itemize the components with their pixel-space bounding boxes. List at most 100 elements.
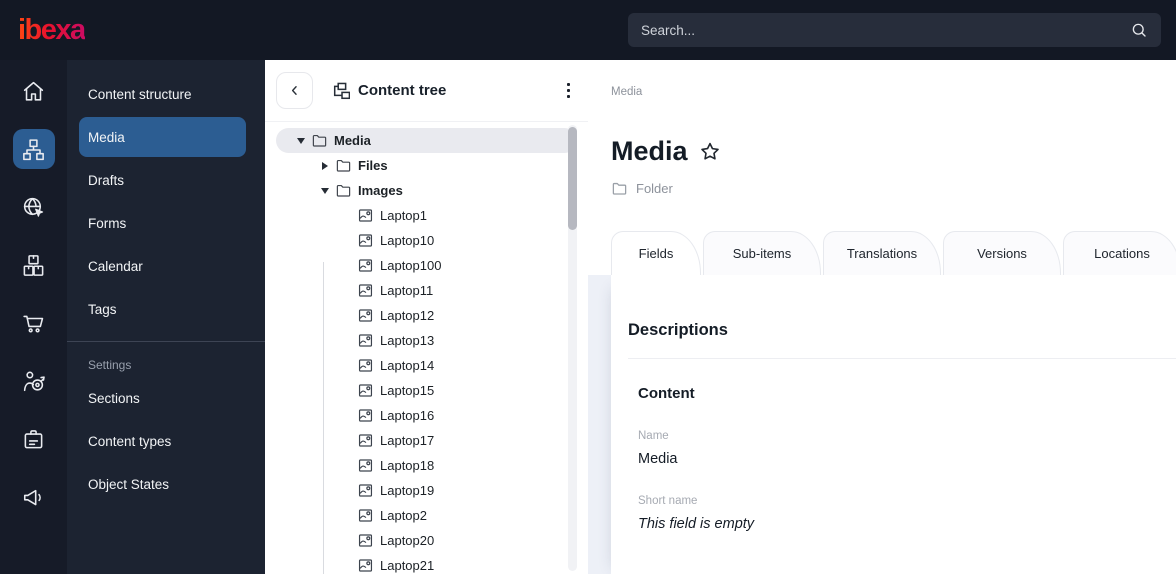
content-tree-panel: Content tree Media Files Images Laptop1 Lapt… [265,60,588,574]
tree-item-label: Laptop20 [380,533,435,548]
global-search[interactable] [628,13,1161,47]
rail-item-home[interactable] [13,71,55,111]
personalization-icon [23,371,45,391]
field-label-name: Name [638,430,669,442]
product-catalog-icon [23,254,44,276]
rail-item-commerce[interactable] [13,303,55,343]
folder-icon [336,159,351,172]
tree-item-laptop17[interactable]: Laptop17 [276,428,577,453]
content-type-label: Folder [636,181,673,196]
sidebar-item-forms[interactable]: Forms [79,203,246,243]
sidebar-item-label: Calendar [88,258,143,274]
sidebar-divider [67,341,265,342]
rail-item-content-structure[interactable] [12,129,55,169]
image-icon [358,434,373,447]
tab-fields[interactable]: Fields [611,231,701,277]
tree-item-label: Laptop19 [380,483,435,498]
image-icon [358,559,373,572]
sidebar-item-content-structure[interactable]: Content structure [79,74,246,114]
image-icon [358,459,373,472]
image-icon [358,259,373,272]
tree-item-laptop13[interactable]: Laptop13 [276,328,577,353]
page-background-gutter [588,275,611,574]
tree-scrollbar[interactable] [568,125,577,571]
rail-item-admin[interactable] [13,419,55,459]
tree-item-laptop2[interactable]: Laptop2 [276,503,577,528]
rail-item-site-management[interactable] [13,187,55,227]
tree-item-files[interactable]: Files [276,153,577,178]
tree-item-label: Laptop14 [380,358,435,373]
sidebar-item-tags[interactable]: Tags [79,289,246,329]
tree-item-laptop11[interactable]: Laptop11 [276,278,577,303]
fields-card: Descriptions Content Name Media Short name… [611,275,1176,574]
tab-locations[interactable]: Locations [1063,231,1176,275]
caret-down-icon[interactable] [293,137,309,144]
tree-item-label: Laptop11 [380,283,434,298]
collapse-tree-button[interactable] [276,72,313,109]
tree-item-laptop19[interactable]: Laptop19 [276,478,577,503]
tree-options-kebab-icon[interactable] [563,79,575,103]
sidebar-item-calendar[interactable]: Calendar [79,246,246,286]
image-icon [358,484,373,497]
tree-item-images[interactable]: Images [276,178,577,203]
tree-item-laptop100[interactable]: Laptop100 [276,253,577,278]
tree-item-laptop12[interactable]: Laptop12 [276,303,577,328]
sidebar-item-label: Drafts [88,172,125,188]
tab-bar: Fields Sub-items Translations Versions Locat… [611,231,1176,277]
sidebar-item-drafts[interactable]: Drafts [79,160,246,200]
tree-item-label: Laptop15 [380,383,435,398]
sidebar-item-object-states[interactable]: Object States [79,464,246,504]
folder-icon [312,134,327,147]
sidebar-item-label: Object States [88,476,170,492]
rail-item-campaigns[interactable] [13,477,55,517]
tree-item-laptop20[interactable]: Laptop20 [276,528,577,553]
tree-item-label: Media [334,133,371,148]
settings-section-label: Settings [88,358,132,372]
rail-item-personalization[interactable] [13,361,55,401]
folder-icon [336,184,351,197]
tab-translations[interactable]: Translations [823,231,941,275]
section-title: Descriptions [628,321,728,339]
search-input[interactable] [641,22,1130,38]
sidebar-item-label: Content types [88,433,172,449]
admin-icon [24,429,43,448]
content-structure-icon [23,138,44,160]
tab-versions[interactable]: Versions [943,231,1061,275]
sidebar-item-content-types[interactable]: Content types [79,421,246,461]
tree-item-label: Images [358,183,403,198]
caret-down-icon[interactable] [317,187,333,194]
rail-item-product-catalog[interactable] [13,245,55,285]
image-icon [358,234,373,247]
field-value-name: Media [638,451,678,467]
tree-item-label: Laptop21 [380,558,435,573]
search-icon[interactable] [1130,21,1148,39]
sidebar-item-label: Forms [88,215,127,231]
sidebar-item-media[interactable]: Media [79,117,246,157]
sidebar-item-sections[interactable]: Sections [79,378,246,418]
tree-item-media[interactable]: Media [276,128,577,153]
breadcrumb[interactable]: Media [611,86,1176,98]
caret-right-icon[interactable] [317,161,333,170]
content-tree-header: Content tree [265,60,588,122]
tree-scrollbar-thumb[interactable] [568,127,577,230]
tree-item-label: Laptop12 [380,308,435,323]
tree-item-laptop16[interactable]: Laptop16 [276,403,577,428]
image-icon [358,384,373,397]
chevron-left-icon [291,86,297,95]
main-content: Media Media Folder Fields Sub-items Transl… [588,60,1176,574]
tree-item-laptop18[interactable]: Laptop18 [276,453,577,478]
tree-item-laptop21[interactable]: Laptop21 [276,553,577,574]
tree-item-label: Laptop13 [380,333,435,348]
tree-item-laptop10[interactable]: Laptop10 [276,228,577,253]
tree-item-laptop15[interactable]: Laptop15 [276,378,577,403]
sidebar-item-label: Sections [88,390,140,406]
ibexa-logo[interactable]: ibexa [18,14,86,47]
image-icon [358,334,373,347]
tab-sub-items[interactable]: Sub-items [703,231,821,275]
tree-item-label: Laptop2 [380,508,427,523]
favorite-star-icon[interactable] [698,140,722,164]
content-type-row: Folder [611,180,1176,197]
tree-item-laptop1[interactable]: Laptop1 [276,203,577,228]
tree-item-laptop14[interactable]: Laptop14 [276,353,577,378]
field-label-short-name: Short name [638,495,698,507]
